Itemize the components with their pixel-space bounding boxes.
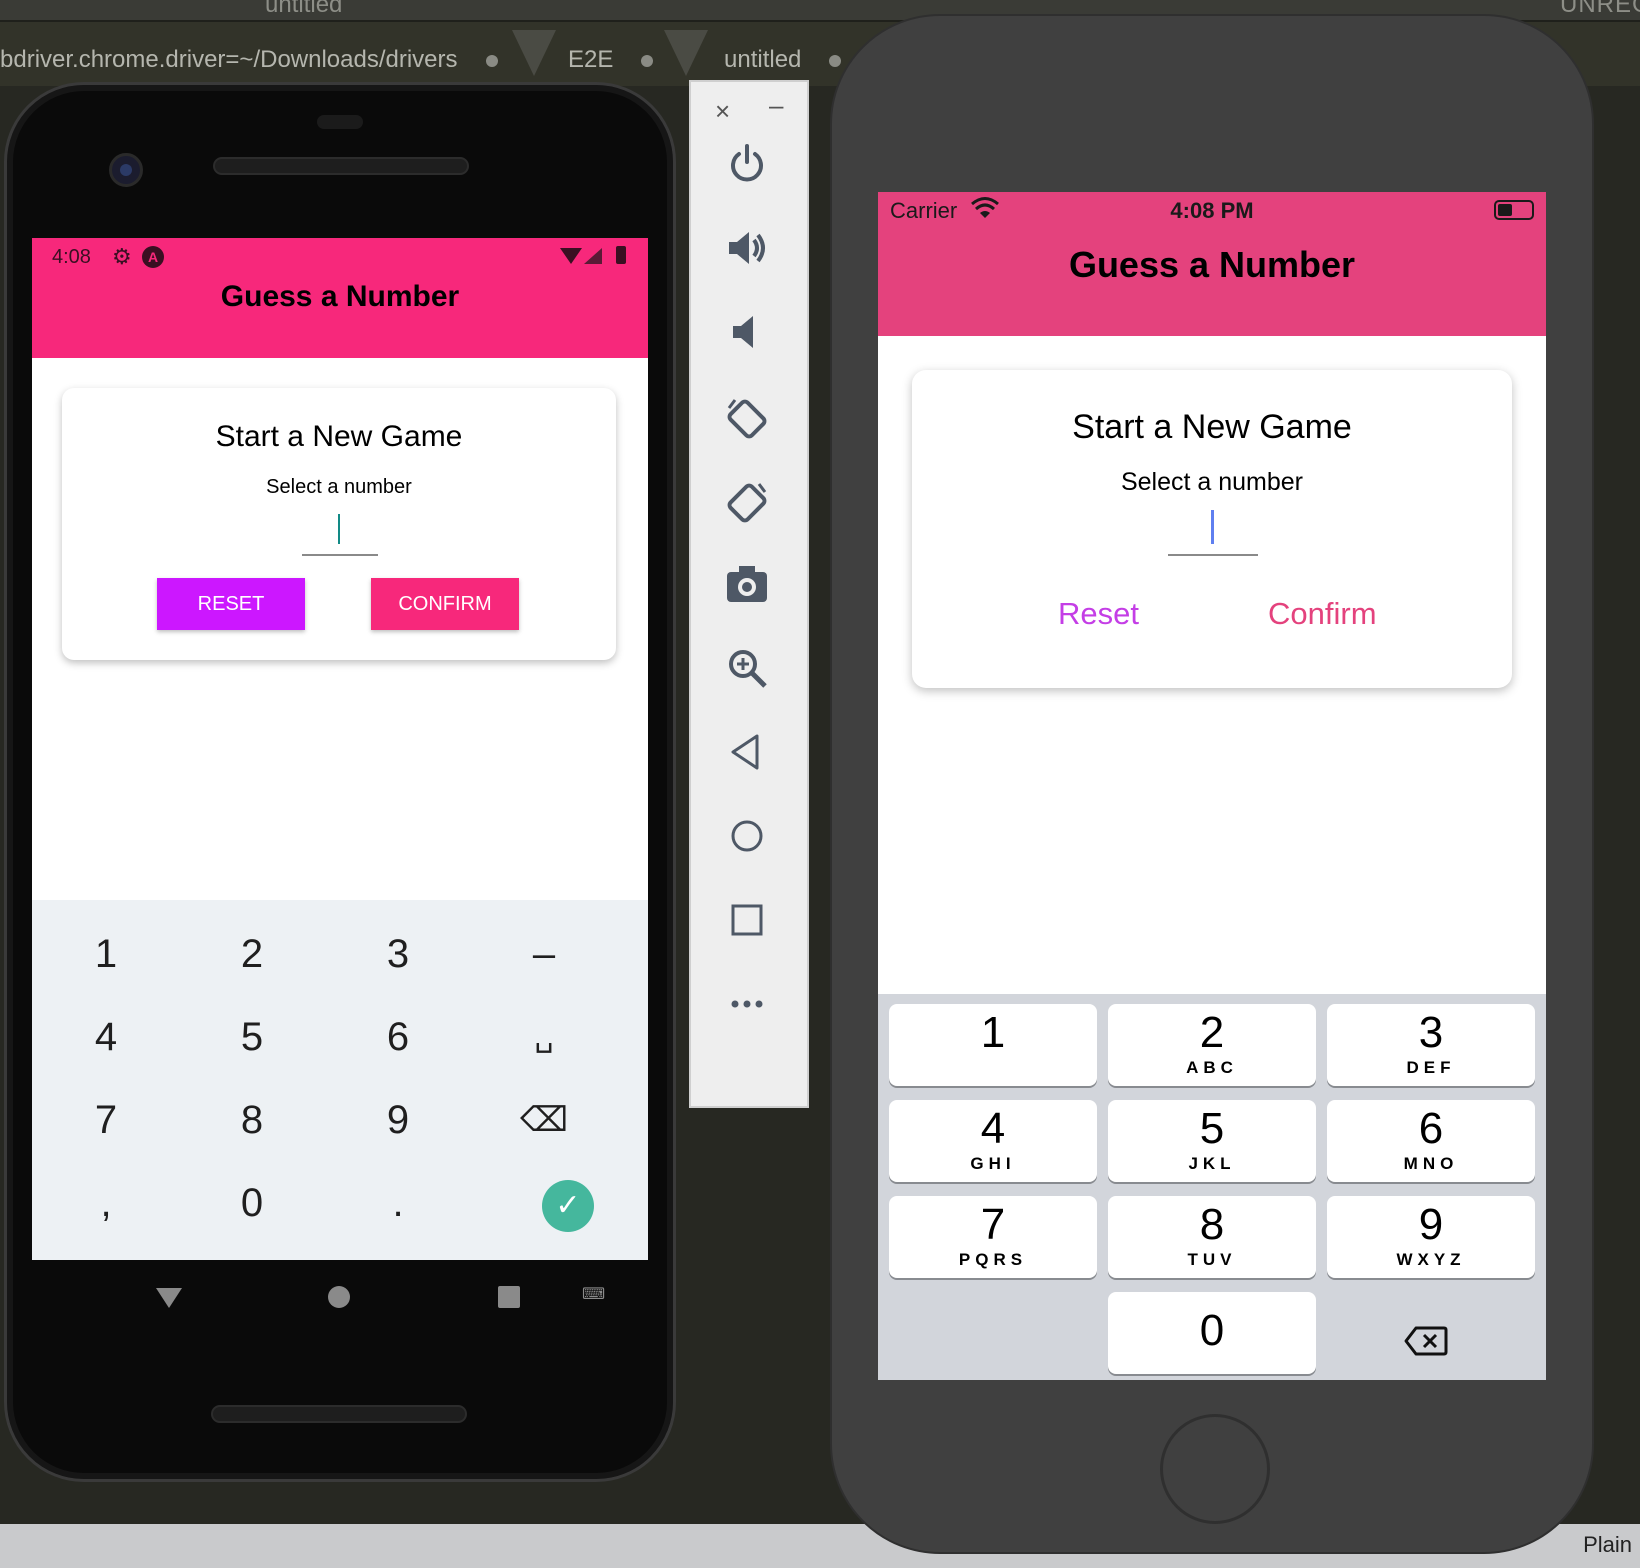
reset-button[interactable]: RESET (157, 578, 305, 630)
android-status-time: 4:08 (52, 246, 91, 268)
key-minus[interactable]: – (504, 914, 584, 994)
syntax-mode[interactable]: Plain (1583, 1532, 1632, 1558)
back-icon[interactable] (721, 730, 773, 782)
key-8[interactable]: 8 (212, 1080, 292, 1160)
nav-home-icon[interactable] (328, 1286, 350, 1308)
key-4[interactable]: 4 GHI (889, 1100, 1097, 1182)
card-title: Start a New Game (1072, 408, 1352, 446)
tab-label: bdriver.chrome.driver=~/Downloads/driver… (0, 46, 458, 73)
tab-dirty-dot-icon (485, 54, 498, 67)
tab-webdriver[interactable]: bdriver.chrome.driver=~/Downloads/driver… (0, 36, 498, 86)
volume-up-icon[interactable] (721, 226, 773, 278)
battery-icon (616, 246, 626, 264)
backspace-icon[interactable]: ⌫ (504, 1080, 584, 1160)
page-title: Guess a Number (1068, 244, 1356, 285)
ios-app-header: Carrier 4:08 PM Guess a Number (878, 192, 1546, 336)
card-title: Start a New Game (215, 420, 463, 453)
key-0[interactable]: 0 (1108, 1292, 1316, 1374)
home-icon[interactable] (721, 814, 773, 866)
key-period[interactable]: . (358, 1163, 438, 1243)
text-cursor (1211, 510, 1214, 544)
key-1[interactable]: 1 (66, 914, 146, 994)
rotate-right-icon[interactable] (721, 478, 773, 530)
key-1[interactable]: 1 (889, 1004, 1097, 1086)
android-nav-bar: ⌨ (32, 1260, 648, 1340)
key-7[interactable]: 7 (66, 1080, 146, 1160)
more-icon[interactable] (721, 982, 773, 1034)
tab-dirty-dot-icon (641, 54, 654, 67)
zoom-icon[interactable] (721, 646, 773, 698)
signal-icon (584, 248, 602, 264)
android-numeric-keypad: 1 2 3 – 4 5 6 ␣ 7 8 9 ⌫ , 0 . ✓ (32, 900, 648, 1260)
nav-recents-icon[interactable] (498, 1286, 520, 1308)
android-top-slot (317, 115, 363, 129)
done-check-icon[interactable]: ✓ (542, 1180, 594, 1232)
key-0[interactable]: 0 (212, 1163, 292, 1243)
confirm-button[interactable]: Confirm (1268, 596, 1377, 632)
backspace-icon[interactable] (1404, 1326, 1448, 1364)
window-title: untitled (265, 0, 343, 18)
keyboard-switch-icon[interactable]: ⌨ (582, 1284, 605, 1304)
tab-label: untitled (724, 46, 802, 73)
key-9[interactable]: 9 (358, 1080, 438, 1160)
tab-label: E2E (568, 46, 614, 73)
unregistered-label: UNREG (1560, 0, 1640, 18)
key-8[interactable]: 8 TUV (1108, 1196, 1316, 1278)
text-cursor (338, 514, 340, 544)
card-subtitle: Select a number (1120, 468, 1304, 496)
android-app-header: 4:08 ⚙ A Guess a Number (32, 238, 648, 358)
ios-status-time: 4:08 PM (1170, 198, 1254, 223)
card-subtitle: Select a number (266, 476, 412, 498)
key-comma[interactable]: , (66, 1163, 146, 1243)
camera-icon[interactable] (721, 562, 773, 614)
number-input[interactable] (302, 506, 378, 556)
earpiece (213, 157, 469, 175)
key-3[interactable]: 3 (358, 914, 438, 994)
number-input[interactable] (1168, 500, 1258, 556)
power-icon[interactable] (721, 142, 773, 194)
key-7[interactable]: 7 PQRS (889, 1196, 1097, 1278)
key-6[interactable]: 6 (358, 997, 438, 1077)
minimize-icon[interactable]: – (769, 90, 783, 121)
key-5[interactable]: 5 JKL (1108, 1100, 1316, 1182)
key-6[interactable]: 6 MNO (1327, 1100, 1535, 1182)
key-5[interactable]: 5 (212, 997, 292, 1077)
battery-icon (1494, 200, 1534, 220)
volume-down-icon[interactable] (721, 310, 773, 362)
rotate-left-icon[interactable] (721, 394, 773, 446)
reset-button[interactable]: Reset (1058, 596, 1139, 632)
tab-untitled[interactable]: untitled (724, 36, 842, 86)
emulator-toolbar: × – (689, 80, 809, 1108)
nav-back-icon[interactable] (156, 1288, 182, 1308)
tab-divider (664, 30, 708, 76)
wifi-icon (560, 248, 582, 264)
android-screen: 4:08 ⚙ A Guess a Number Start a New Game… (32, 238, 648, 1260)
tab-e2e[interactable]: E2E (568, 36, 654, 86)
overview-icon[interactable] (721, 898, 773, 950)
page-title: Guess a Number (220, 280, 460, 313)
key-9[interactable]: 9 WXYZ (1327, 1196, 1535, 1278)
key-3[interactable]: 3 DEF (1327, 1004, 1535, 1086)
ios-numeric-keypad: 1 2 ABC 3 DEF 4 GHI 5 JKL 6 MNO 7 PQRS 8 TUV 9W… (878, 994, 1546, 1380)
close-icon[interactable]: × (715, 96, 730, 127)
app-notification-icon: A (142, 246, 164, 268)
start-game-card: Start a New Game Select a number Reset C… (912, 370, 1512, 688)
bottom-speaker (211, 1405, 467, 1423)
tab-dirty-dot-icon (829, 54, 842, 67)
key-4[interactable]: 4 (66, 997, 146, 1077)
key-2[interactable]: 2 ABC (1108, 1004, 1316, 1086)
front-camera-icon (109, 153, 143, 187)
space-key-icon[interactable]: ␣ (504, 997, 584, 1077)
confirm-button[interactable]: CONFIRM (371, 578, 519, 630)
tab-divider (512, 30, 556, 76)
ios-screen: Carrier 4:08 PM Guess a Number Start a N… (878, 192, 1546, 1380)
ios-home-button[interactable] (1160, 1414, 1270, 1524)
settings-gear-icon: ⚙ (112, 244, 132, 269)
key-2[interactable]: 2 (212, 914, 292, 994)
start-game-card: Start a New Game Select a number RESET C… (62, 388, 616, 660)
